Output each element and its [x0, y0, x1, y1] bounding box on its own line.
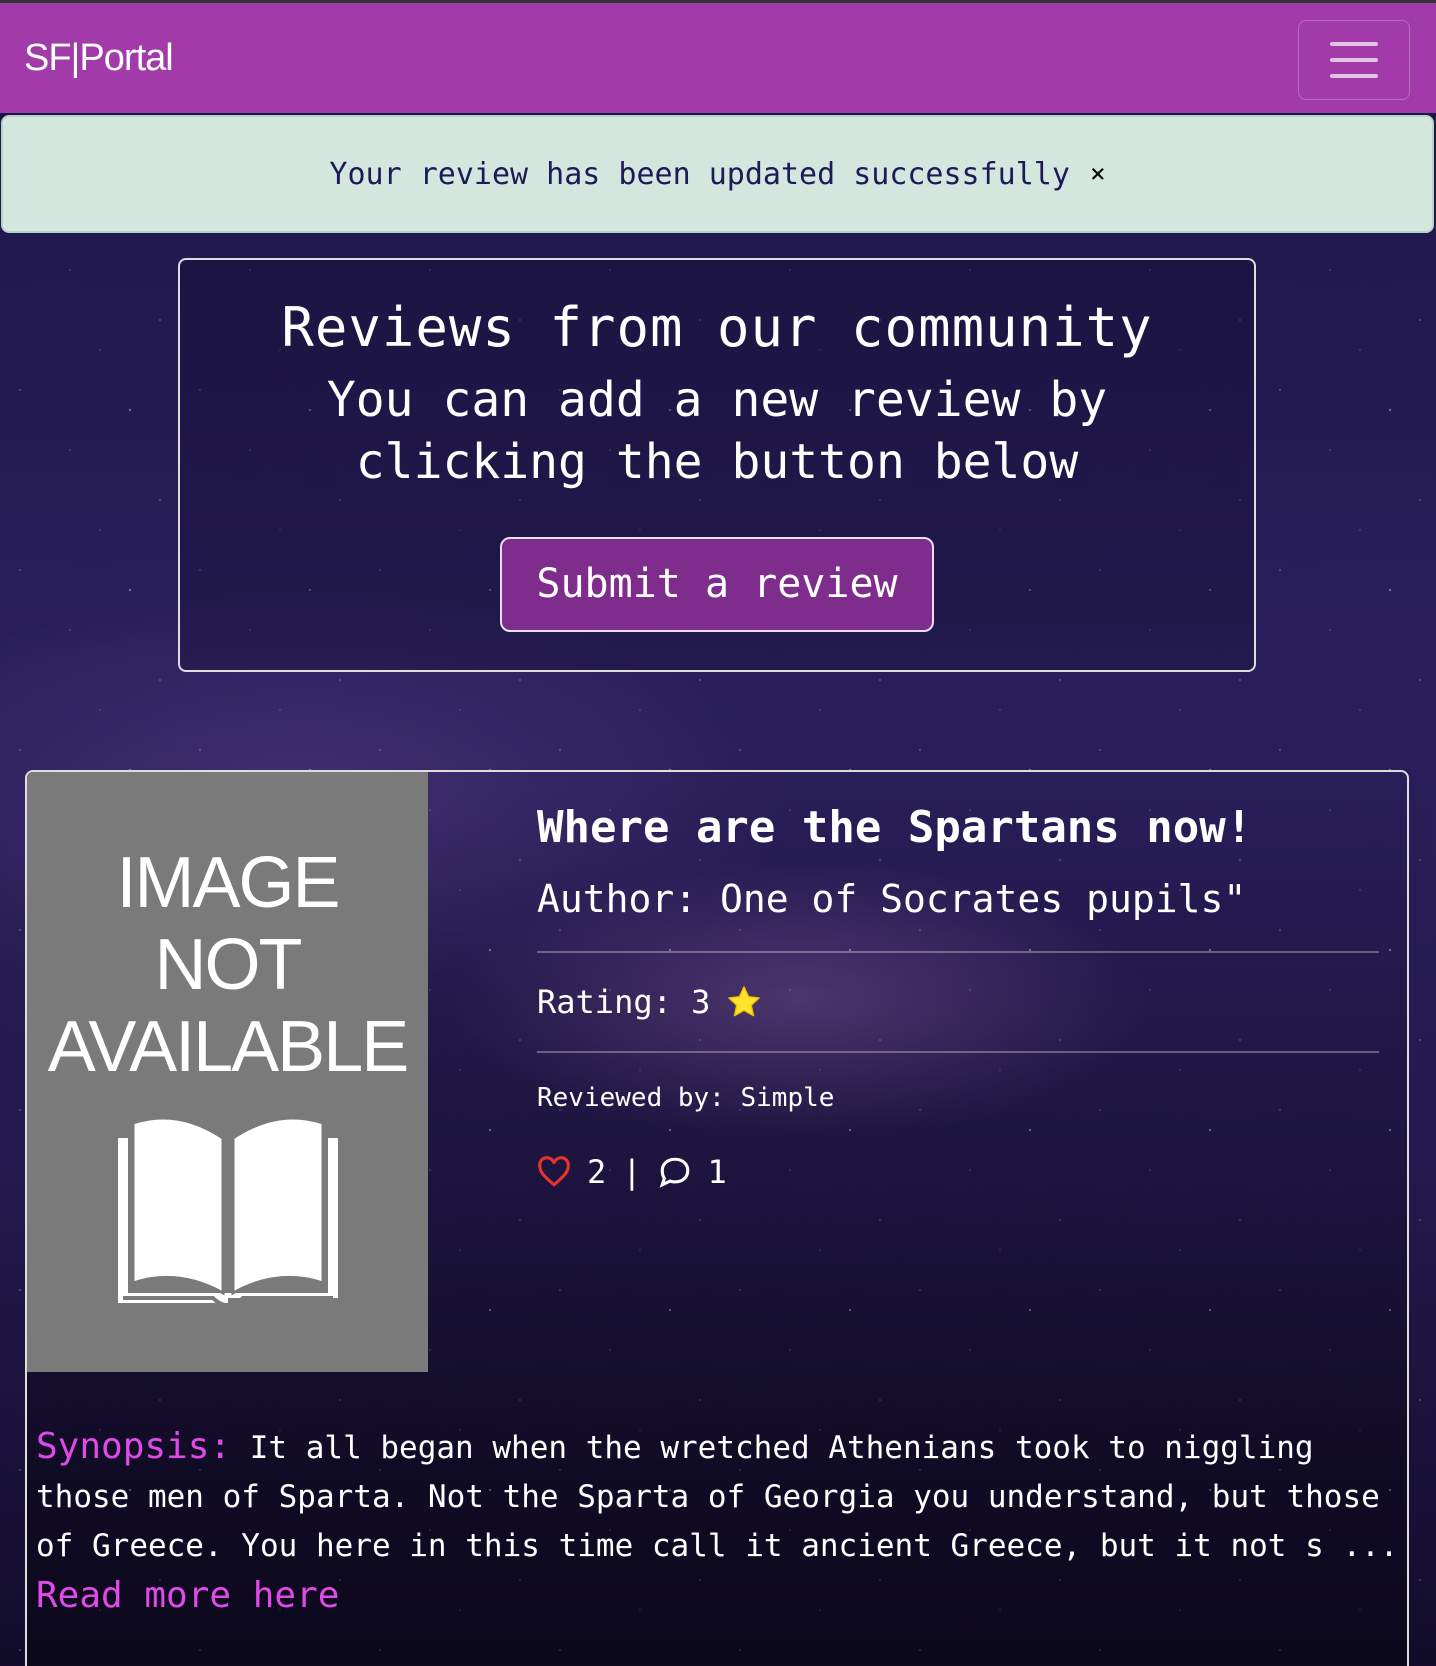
review-info: Where are the Spartans now! Author: One …	[537, 802, 1379, 1191]
heart-icon[interactable]	[537, 1156, 571, 1188]
synopsis-label: Synopsis:	[36, 1426, 232, 1467]
hamburger-icon	[1330, 42, 1378, 46]
menu-toggle-button[interactable]	[1298, 20, 1410, 100]
divider	[537, 1051, 1379, 1053]
comment-icon[interactable]	[658, 1156, 692, 1188]
rating-text: Rating: 3	[537, 983, 711, 1021]
navbar: SF|Portal	[0, 0, 1436, 113]
image-placeholder-text: AVAILABLE	[47, 1007, 410, 1087]
stats-separator: |	[622, 1153, 642, 1191]
page-title: Reviews from our community	[281, 296, 1153, 359]
image-placeholder-text: NOT	[154, 925, 303, 1005]
star-icon	[728, 986, 761, 1017]
image-not-available: IMAGE NOT AVAILABLE	[27, 772, 428, 1372]
alert-message: Your review has been updated successfull…	[329, 156, 1070, 192]
review-synopsis: Synopsis: It all began when the wretched…	[36, 1422, 1406, 1622]
synopsis-text: It all began when the wretched Athenians…	[36, 1430, 1399, 1564]
comment-count: 1	[707, 1153, 727, 1191]
success-alert: Your review has been updated successfull…	[1, 115, 1434, 233]
review-card: IMAGE NOT AVAILABLE Where are the Sparta…	[25, 770, 1409, 1666]
hamburger-line	[1330, 58, 1378, 62]
submit-review-button[interactable]: Submit a review	[500, 537, 934, 632]
image-placeholder-text: IMAGE	[116, 843, 340, 923]
reviewed-by: Reviewed by: Simple	[537, 1083, 835, 1113]
open-book-icon	[117, 1116, 338, 1308]
review-rating: Rating: 3	[537, 983, 1379, 1021]
read-more-link[interactable]: Read more here	[36, 1575, 339, 1616]
like-count: 2	[587, 1153, 607, 1191]
review-title[interactable]: Where are the Spartans now!	[537, 802, 1379, 853]
hamburger-line	[1330, 74, 1378, 78]
brand-logo[interactable]: SF|Portal	[24, 37, 174, 80]
close-icon[interactable]: ×	[1090, 159, 1106, 189]
page-subtitle: You can add a new review by clicking the…	[326, 372, 1108, 490]
review-stats: 2 | 1	[537, 1153, 1379, 1191]
reviews-header: Reviews from our community You can add a…	[178, 258, 1256, 672]
divider	[537, 951, 1379, 953]
review-author: Author: One of Socrates pupils"	[537, 877, 1247, 921]
